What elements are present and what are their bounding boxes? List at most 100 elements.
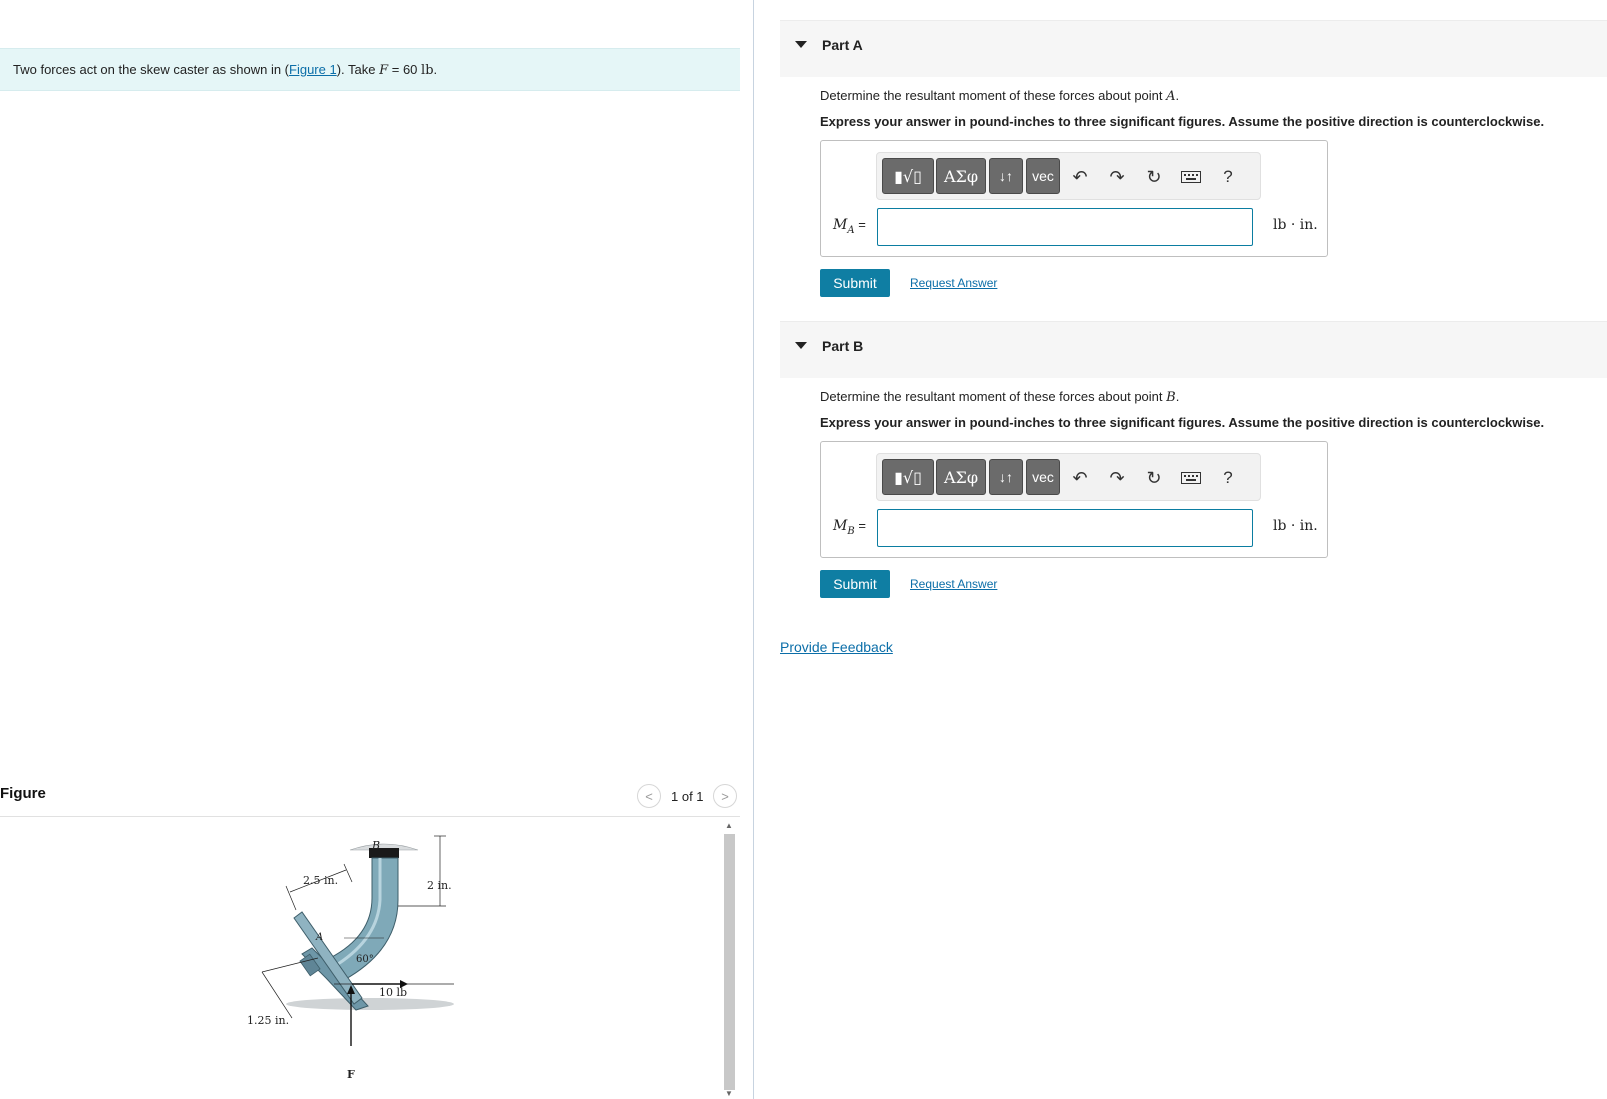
label-a: A <box>315 932 323 943</box>
reset-icon[interactable]: ↻ <box>1140 464 1168 492</box>
keyboard-glyph <box>1181 171 1201 183</box>
greek-button[interactable]: ΑΣφ <box>936 158 986 194</box>
keyboard-glyph <box>1181 472 1201 484</box>
part-a-question-text: Determine the resultant moment of these … <box>820 88 1167 103</box>
scroll-thumb[interactable] <box>724 834 735 1090</box>
greek-button[interactable]: ΑΣφ <box>936 459 986 495</box>
part-b-unit: lb · in. <box>1273 518 1318 534</box>
provide-feedback-link[interactable]: Provide Feedback <box>780 639 893 655</box>
label-dim-25: 2.5 in. <box>303 874 338 887</box>
part-a-question: Determine the resultant moment of these … <box>820 88 1179 104</box>
part-b-variable: MB = <box>833 518 866 537</box>
part-a-request-answer-link[interactable]: Request Answer <box>910 276 997 290</box>
label-angle: 60° <box>356 954 374 965</box>
caret-down-icon[interactable] <box>795 41 807 48</box>
figure-link[interactable]: Figure 1 <box>289 62 337 77</box>
part-a-var-sub: A <box>847 224 855 236</box>
vec-button[interactable]: vec <box>1026 158 1060 194</box>
figure-scrollbar[interactable]: ▲ ▼ <box>722 818 736 1099</box>
undo-icon[interactable]: ↶ <box>1066 163 1094 191</box>
part-b-instruction: Express your answer in pound-inches to t… <box>820 415 1545 430</box>
part-b-title: Part B <box>822 338 864 354</box>
part-b-question-end: . <box>1175 389 1180 404</box>
dim-line-125 <box>261 971 293 1019</box>
part-a-answer-box: ▮√▯ ΑΣφ ↓↑ vec ↶ ↷ ↻ ? MA = lb · in. <box>820 140 1328 257</box>
intro-value: = 60 <box>388 62 422 77</box>
right-pane: Part A Determine the resultant moment of… <box>780 0 1607 1099</box>
figure-next-button[interactable]: > <box>713 784 737 808</box>
problem-intro: Two forces act on the skew caster as sho… <box>0 48 740 91</box>
templates-icon: ▮√▯ <box>894 166 922 186</box>
undo-icon[interactable]: ↶ <box>1066 464 1094 492</box>
figure-title: Figure <box>0 785 46 802</box>
chevron-left-icon: < <box>645 788 653 804</box>
arrows-button[interactable]: ↓↑ <box>989 459 1023 495</box>
part-b-question-text: Determine the resultant moment of these … <box>820 389 1167 404</box>
ground-shadow <box>286 998 454 1010</box>
keyboard-icon[interactable] <box>1177 163 1205 191</box>
part-b-question: Determine the resultant moment of these … <box>820 389 1179 405</box>
pane-divider[interactable] <box>753 0 754 1099</box>
greek-icon: ΑΣφ <box>943 467 979 487</box>
help-icon[interactable]: ? <box>1214 464 1242 492</box>
part-a-title: Part A <box>822 37 863 53</box>
part-a-header[interactable]: Part A <box>780 20 1607 77</box>
skew-caster-diagram: B A 2.5 in. 2 in. 1.25 in. 60° 10 lb F <box>247 835 454 1081</box>
part-b-answer-input[interactable] <box>877 509 1253 547</box>
templates-button[interactable]: ▮√▯ <box>882 158 934 194</box>
part-a-variable: MA = <box>833 217 866 236</box>
figure-header: Figure < 1 of 1 > <box>0 780 740 817</box>
part-b-math-toolbar: ▮√▯ ΑΣφ ↓↑ vec ↶ ↷ ↻ ? <box>876 453 1261 501</box>
templates-icon: ▮√▯ <box>894 467 922 487</box>
arrows-button[interactable]: ↓↑ <box>989 158 1023 194</box>
part-a-point: A <box>1166 89 1176 104</box>
intro-var: F <box>379 63 389 78</box>
dim-tick-25a <box>285 885 297 911</box>
scroll-down-icon[interactable]: ▼ <box>723 1088 735 1099</box>
intro-unit: lb <box>421 63 434 78</box>
label-force-f: F <box>347 1068 355 1081</box>
help-icon[interactable]: ? <box>1214 163 1242 191</box>
keyboard-icon[interactable] <box>1177 464 1205 492</box>
intro-period: . <box>433 62 438 77</box>
part-b-point: B <box>1166 390 1176 405</box>
figure-image: B A 2.5 in. 2 in. 1.25 in. 60° 10 lb F <box>0 818 740 1099</box>
arrows-icon: ↓↑ <box>999 168 1013 184</box>
part-a-math-toolbar: ▮√▯ ΑΣφ ↓↑ vec ↶ ↷ ↻ ? <box>876 152 1261 200</box>
label-force-10: 10 lb <box>379 986 407 999</box>
greek-icon: ΑΣφ <box>943 166 979 186</box>
part-b-var-main: M <box>833 518 848 534</box>
dim-tick-25b <box>343 863 353 883</box>
part-a-answer-input[interactable] <box>877 208 1253 246</box>
redo-icon[interactable]: ↷ <box>1103 464 1131 492</box>
part-a-unit: lb · in. <box>1273 217 1318 233</box>
part-b-equals: = <box>854 518 866 533</box>
left-pane: Two forces act on the skew caster as sho… <box>0 0 754 1099</box>
label-b: B <box>371 839 380 852</box>
scroll-up-icon[interactable]: ▲ <box>723 820 735 832</box>
templates-button[interactable]: ▮√▯ <box>882 459 934 495</box>
part-a-instruction: Express your answer in pound-inches to t… <box>820 114 1545 129</box>
reset-icon[interactable]: ↻ <box>1140 163 1168 191</box>
part-b-header[interactable]: Part B <box>780 321 1607 378</box>
label-dim-125: 1.25 in. <box>247 1014 289 1027</box>
intro-text-after: ). Take <box>336 62 380 77</box>
figure-counter: 1 of 1 <box>671 789 704 804</box>
part-a-question-end: . <box>1175 88 1180 103</box>
part-a-equals: = <box>854 217 866 232</box>
vec-button[interactable]: vec <box>1026 459 1060 495</box>
part-a-var-main: M <box>833 217 848 233</box>
redo-icon[interactable]: ↷ <box>1103 163 1131 191</box>
part-b-answer-box: ▮√▯ ΑΣφ ↓↑ vec ↶ ↷ ↻ ? MB = lb · in. <box>820 441 1328 558</box>
caret-down-icon[interactable] <box>795 342 807 349</box>
arrows-icon: ↓↑ <box>999 469 1013 485</box>
part-a-submit-button[interactable]: Submit <box>820 269 890 297</box>
chevron-right-icon: > <box>721 788 729 804</box>
intro-text-before: Two forces act on the skew caster as sho… <box>13 62 290 77</box>
vec-icon: vec <box>1032 469 1054 485</box>
part-b-request-answer-link[interactable]: Request Answer <box>910 577 997 591</box>
figure-prev-button[interactable]: < <box>637 784 661 808</box>
part-b-submit-button[interactable]: Submit <box>820 570 890 598</box>
label-dim-2: 2 in. <box>427 879 452 892</box>
part-b-var-sub: B <box>847 525 855 537</box>
